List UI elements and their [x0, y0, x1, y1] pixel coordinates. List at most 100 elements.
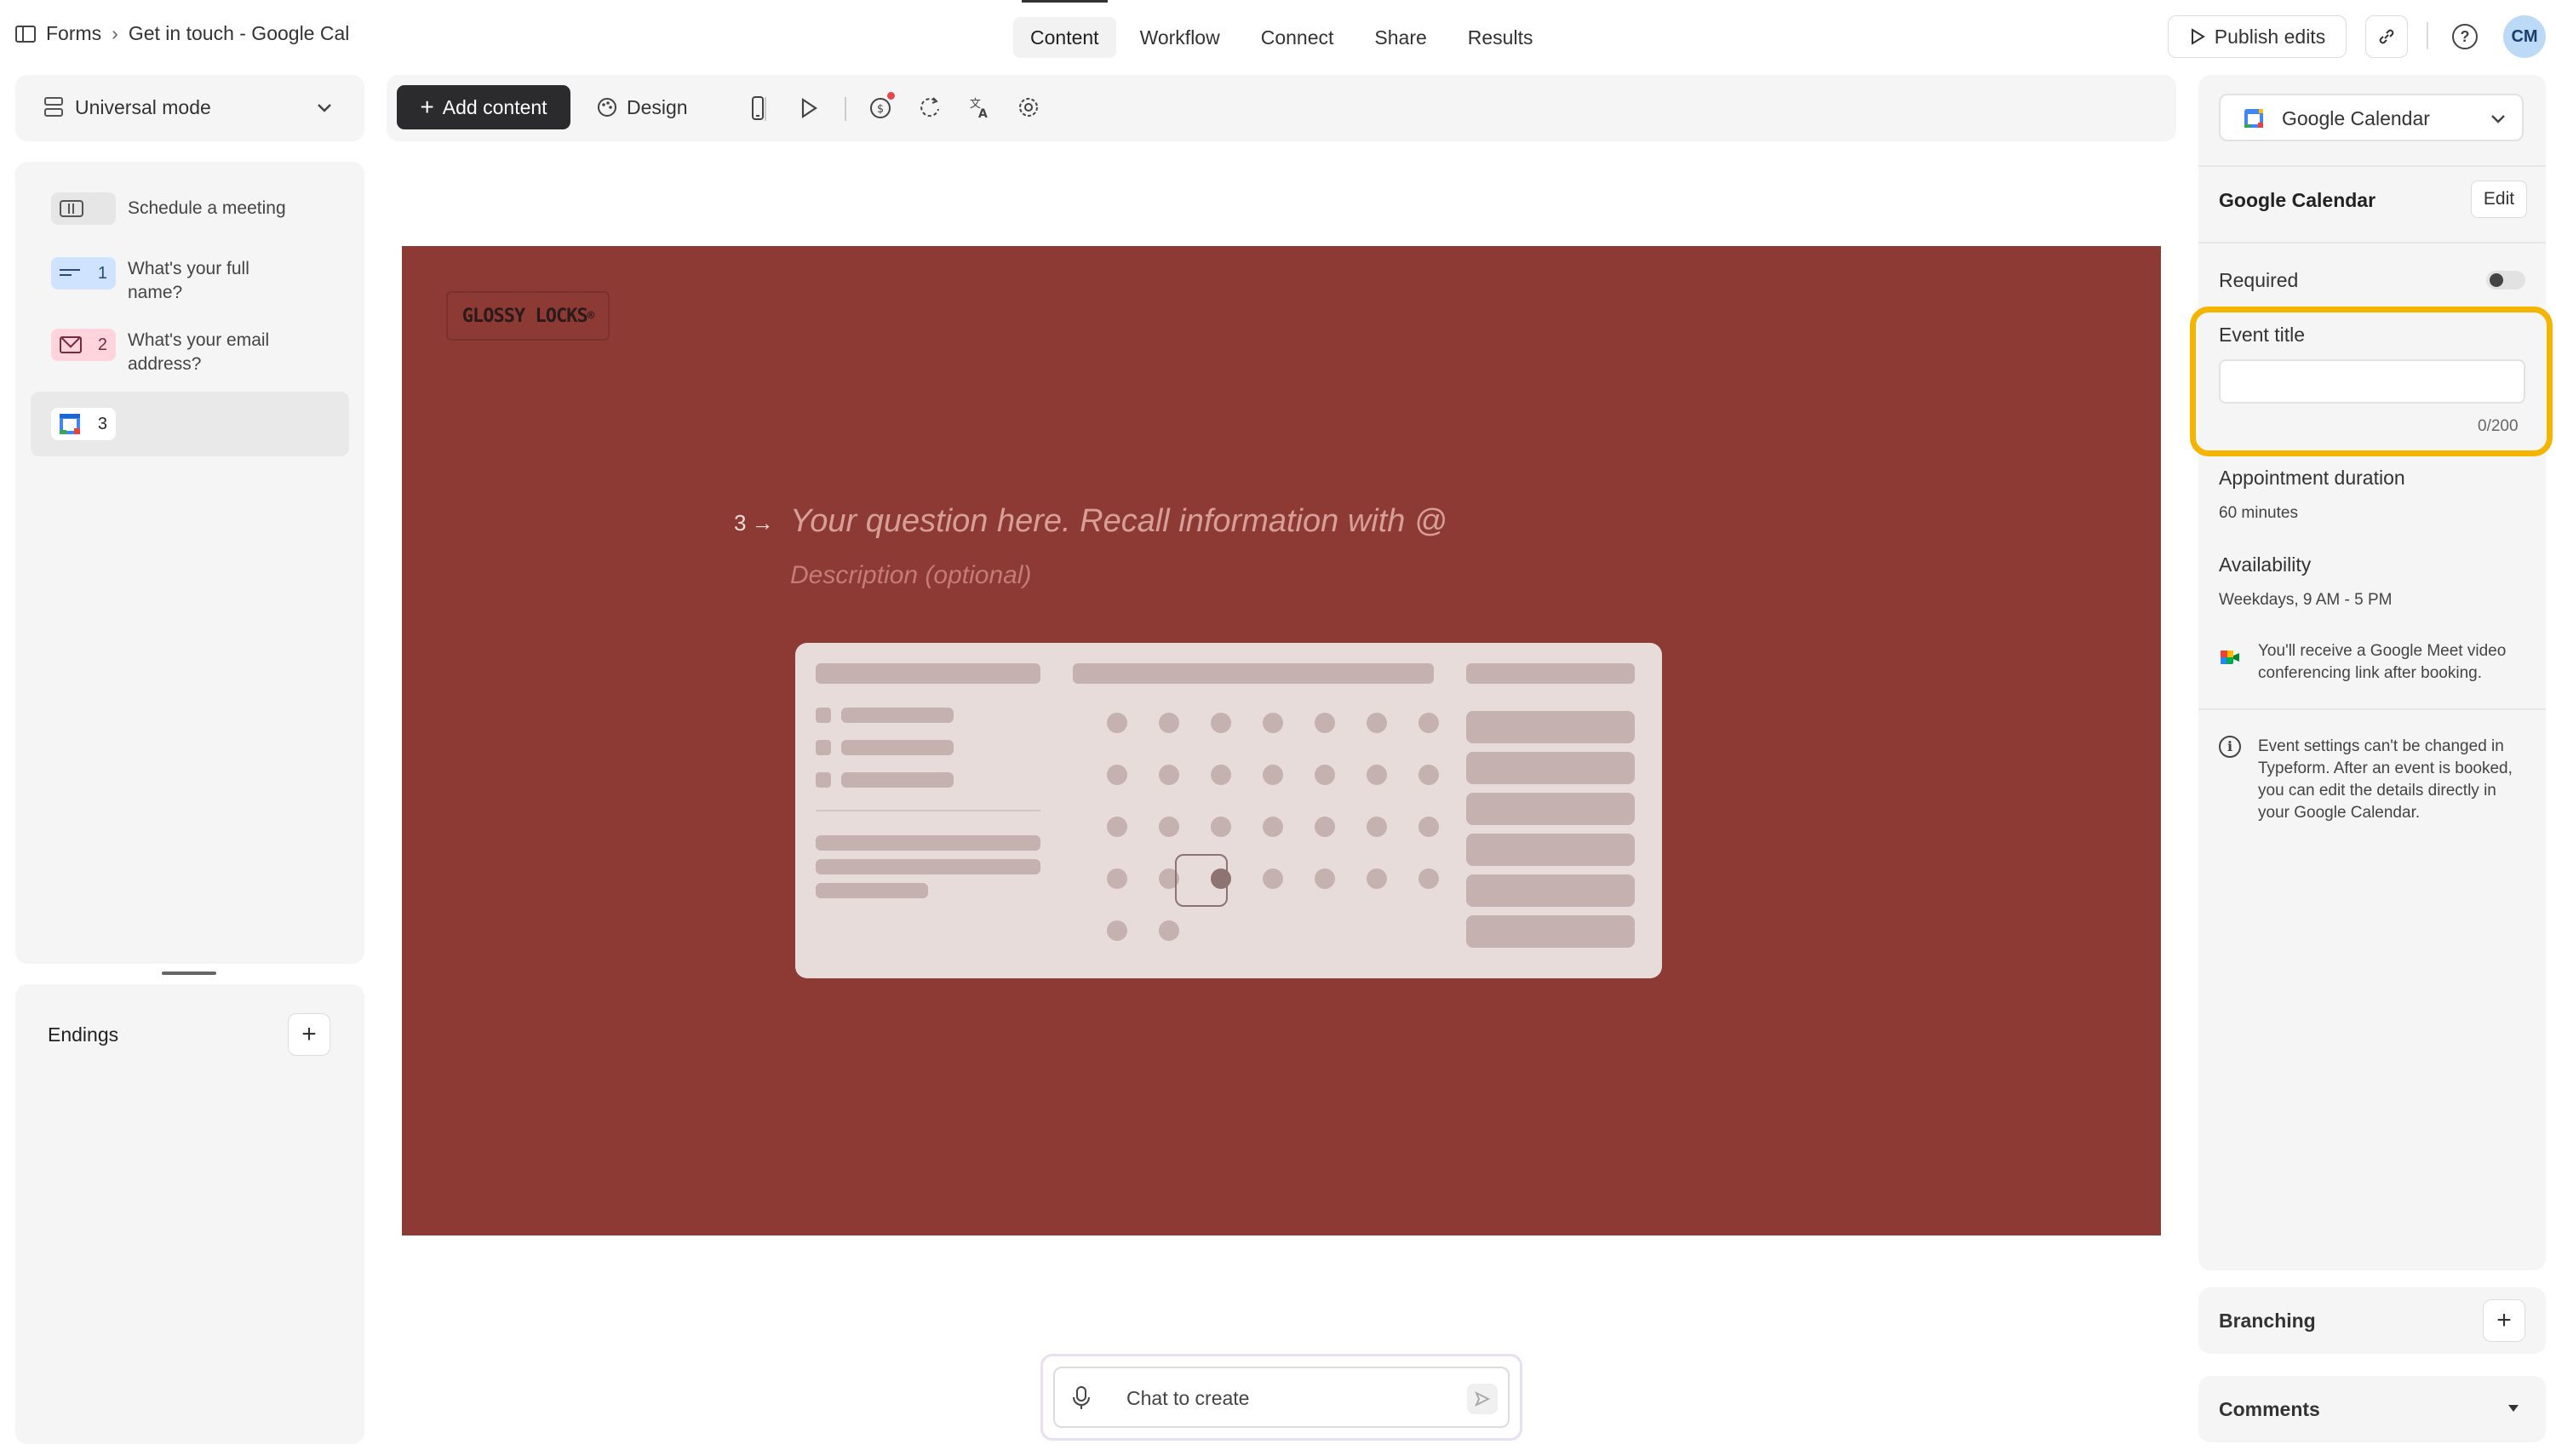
design-button[interactable]: Design [596, 85, 688, 129]
block-type-label: Google Calendar [2282, 107, 2430, 129]
tab-results[interactable]: Results [1451, 17, 1550, 58]
branching-label: Branching [2219, 1310, 2316, 1332]
block-type-select[interactable]: Google Calendar [2219, 94, 2524, 141]
edit-button[interactable]: Edit [2471, 181, 2527, 218]
skeleton-bar [1466, 663, 1635, 684]
forms-icon[interactable] [15, 25, 36, 43]
logo-text: GLOSSY LOCKS [461, 305, 588, 327]
microphone-icon[interactable] [1072, 1385, 1091, 1411]
skeleton-bar [816, 663, 1040, 684]
selected-date-frame [1175, 854, 1228, 907]
layers-icon [44, 97, 63, 118]
mode-selector[interactable]: Universal mode [15, 75, 364, 141]
settings-gear-icon[interactable] [1017, 95, 1040, 119]
settings-panel: Google Calendar Google Calendar Edit Req… [2190, 75, 2553, 1270]
translate-icon[interactable]: 文A [967, 95, 991, 119]
question-label: Schedule a meeting [128, 198, 286, 218]
question-title-input[interactable]: Your question here. Recall information w… [790, 503, 1447, 540]
help-icon[interactable]: ? [2452, 24, 2478, 49]
question-number: 2 [97, 335, 107, 354]
breadcrumb-root[interactable]: Forms [46, 22, 101, 45]
question-badge [51, 192, 116, 225]
date-dot [1367, 713, 1387, 733]
date-dot [1107, 920, 1127, 941]
skeleton-slot [1466, 711, 1635, 743]
tab-content[interactable]: Content [1013, 0, 1116, 58]
comments-panel[interactable]: Comments [2198, 1376, 2546, 1442]
tab-connect[interactable]: Connect [1244, 17, 1351, 58]
form-canvas[interactable]: GLOSSY LOCKS ® 3 → Your question here. Re… [402, 246, 2161, 1235]
mode-label: Universal mode [75, 96, 211, 118]
date-dot [1211, 817, 1231, 837]
required-toggle[interactable] [2486, 271, 2525, 289]
skeleton-bar [816, 708, 831, 723]
chat-input[interactable]: Chat to create [1126, 1387, 1249, 1410]
plus-icon: + [420, 94, 434, 120]
question-number: 3 [97, 414, 107, 433]
skeleton-bar [816, 772, 831, 788]
chat-input-box[interactable]: Chat to create [1053, 1367, 1510, 1428]
add-content-label: Add content [442, 95, 547, 118]
date-dot [1107, 868, 1127, 889]
date-dot [1367, 765, 1387, 785]
tab-share[interactable]: Share [1357, 17, 1443, 58]
resize-handle[interactable] [162, 972, 216, 975]
list-item[interactable]: 1 What's your full name? [51, 257, 383, 305]
date-dot [1263, 765, 1283, 785]
add-branching-button[interactable]: + [2483, 1299, 2525, 1342]
google-calendar-icon [60, 414, 80, 434]
info-note: Event settings can't be changed in Typef… [2258, 737, 2513, 822]
send-button[interactable] [1467, 1384, 1498, 1414]
mobile-preview-icon[interactable] [751, 95, 765, 121]
share-link-button[interactable] [2365, 15, 2408, 58]
skeleton-bar [1073, 663, 1434, 684]
skeleton-bar [816, 835, 1040, 851]
duration-value: 60 minutes [2219, 504, 2298, 522]
skeleton-bar [816, 883, 928, 898]
tab-workflow[interactable]: Workflow [1123, 17, 1237, 58]
question-description-input[interactable]: Description (optional) [790, 561, 1031, 590]
date-dot [1263, 868, 1283, 889]
notification-dot [887, 92, 895, 100]
divider [2427, 22, 2428, 49]
skeleton-slot [1466, 874, 1635, 907]
question-number-indicator: 3 → [734, 510, 773, 536]
skeleton-slot [1466, 915, 1635, 948]
date-dot [1107, 765, 1127, 785]
main-tabs: Content Workflow Connect Share Results [1013, 0, 1550, 58]
breadcrumb-current[interactable]: Get in touch - Google Cal [129, 22, 350, 45]
preview-play-icon[interactable] [799, 97, 819, 119]
skeleton-bar [816, 859, 1040, 874]
list-item[interactable]: 2 What's your email address? [51, 329, 383, 376]
divider [845, 97, 846, 121]
question-label: What's your full name? [128, 259, 249, 302]
logo-mark: ® [587, 309, 595, 323]
publish-edits-button[interactable]: Publish edits [2168, 15, 2347, 58]
logic-icon[interactable] [918, 95, 942, 119]
date-dot [1263, 713, 1283, 733]
question-list: Schedule a meeting 1 What's your full na… [15, 162, 364, 964]
add-ending-button[interactable]: + [288, 1013, 330, 1056]
skeleton-slot [1466, 793, 1635, 825]
toggle-knob [2490, 273, 2503, 287]
question-badge: 1 [51, 257, 116, 289]
date-dot [1418, 713, 1439, 733]
list-item[interactable]: Schedule a meeting [51, 192, 383, 225]
toolbar: + Add content Design $ 文A [387, 75, 2176, 141]
link-icon [2379, 29, 2394, 44]
avatar[interactable]: CM [2503, 15, 2546, 58]
event-title-input[interactable] [2219, 359, 2525, 404]
add-content-button[interactable]: + Add content [397, 85, 570, 129]
date-dot [1315, 765, 1335, 785]
canvas-question-number: 3 [734, 510, 747, 536]
caret-down-icon [2508, 1405, 2519, 1412]
date-dot [1263, 817, 1283, 837]
endings-label: Endings [48, 1023, 119, 1046]
breadcrumb: Forms › Get in touch - Google Cal [15, 22, 349, 45]
plus-icon: + [301, 1020, 317, 1048]
short-text-icon [60, 269, 80, 278]
publish-edits-label: Publish edits [2214, 25, 2326, 48]
brand-logo[interactable]: GLOSSY LOCKS ® [446, 291, 610, 341]
monetize-icon[interactable]: $ [868, 92, 895, 119]
list-item-selected[interactable]: 3 [31, 392, 349, 456]
